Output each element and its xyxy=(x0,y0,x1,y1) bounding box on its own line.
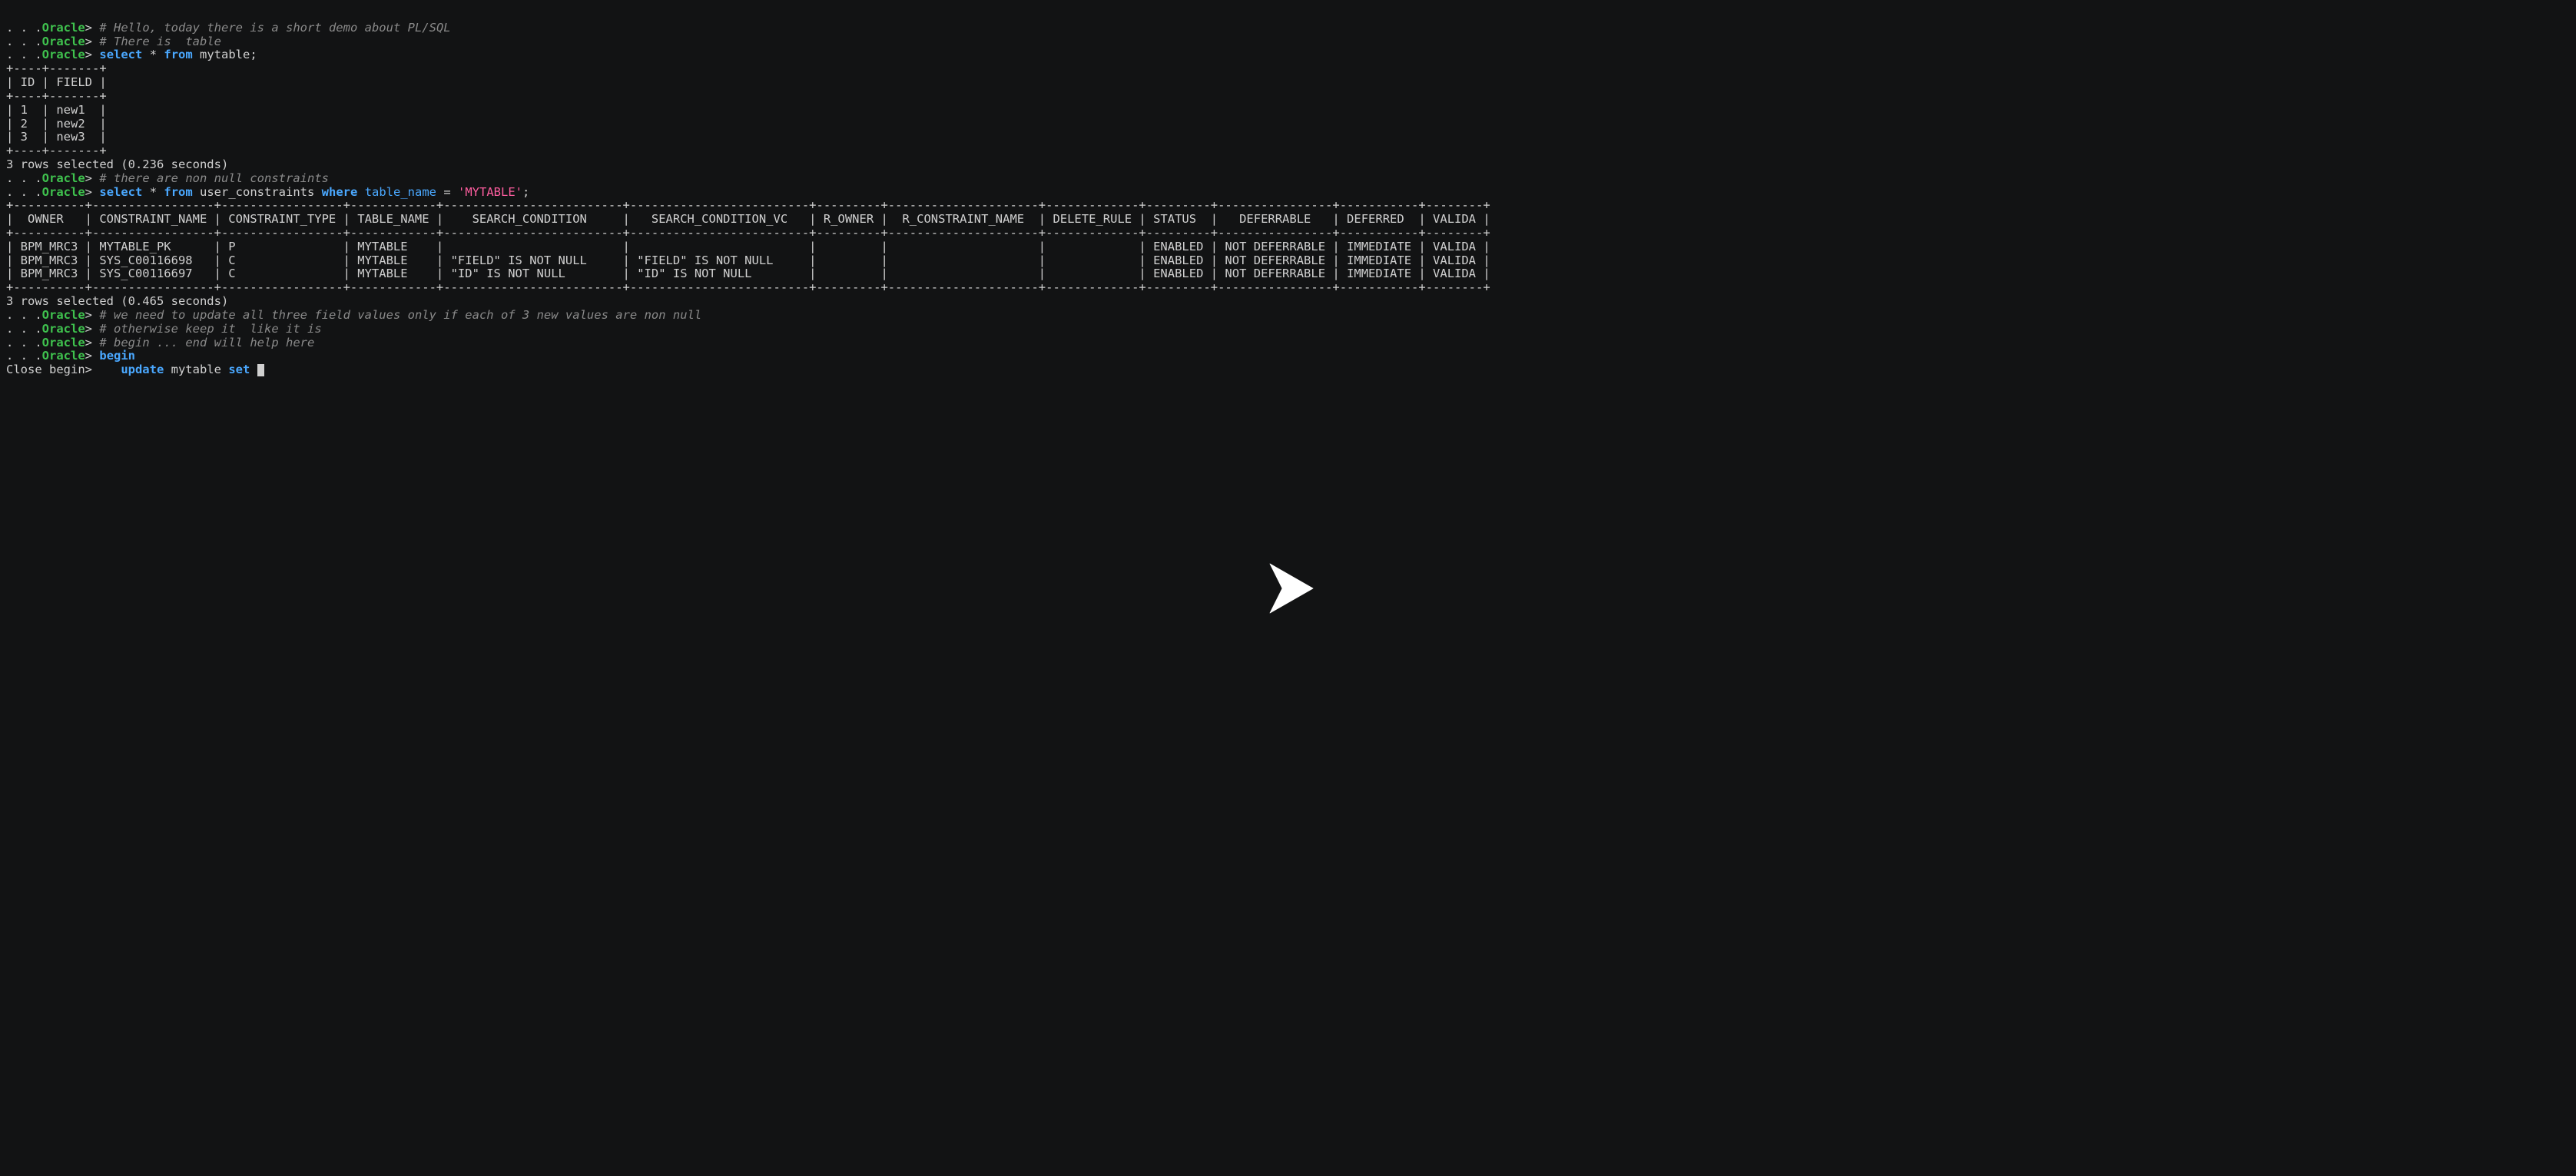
table-header: | OWNER | CONSTRAINT_NAME | CONSTRAINT_T… xyxy=(6,212,1490,226)
sql-text xyxy=(250,363,257,376)
prompt-line: . . .Oracle> # there are non null constr… xyxy=(6,171,329,185)
rows-selected: 3 rows selected (0.465 seconds) xyxy=(6,294,228,308)
table-row: | 2 | new2 | xyxy=(6,117,107,131)
indent xyxy=(92,363,121,376)
table-header: | ID | FIELD | xyxy=(6,75,107,89)
prompt-line: . . .Oracle> select * from user_constrai… xyxy=(6,185,529,199)
cursor xyxy=(257,364,264,376)
table-row: | 3 | new3 | xyxy=(6,130,107,144)
comment-text: # otherwise keep it like it is xyxy=(99,322,321,336)
prompt-gt: > xyxy=(85,185,92,199)
prompt-line: . . .Oracle> select * from mytable; xyxy=(6,48,257,61)
prompt-host: Oracle xyxy=(42,308,85,322)
rows-selected: 3 rows selected (0.236 seconds) xyxy=(6,157,228,171)
comment-text: # There is table xyxy=(99,35,221,48)
prompt-host: Oracle xyxy=(42,48,85,61)
prompt-dots: . . . xyxy=(6,308,42,322)
table-border: +----------+-----------------+----------… xyxy=(6,280,1490,294)
prompt-gt: > xyxy=(85,171,92,185)
prompt-host: Oracle xyxy=(42,336,85,349)
prompt-gt: > xyxy=(85,322,92,336)
play-icon xyxy=(1258,558,1319,619)
sql-text: mytable; xyxy=(193,48,257,61)
prompt-host: Oracle xyxy=(42,322,85,336)
prompt-line: . . .Oracle> # we need to update all thr… xyxy=(6,308,701,322)
prompt-dots: . . . xyxy=(6,35,42,48)
prompt-host: Oracle xyxy=(42,185,85,199)
table-border: +----------+-----------------+----------… xyxy=(6,226,1490,240)
sql-text: ; xyxy=(522,185,529,199)
prompt-gt: > xyxy=(85,308,92,322)
prompt-dots: . . . xyxy=(6,171,42,185)
table-row: | BPM_MRC3 | SYS_C00116697 | C | MYTABLE… xyxy=(6,267,1490,280)
prompt-line: . . .Oracle> # begin ... end will help h… xyxy=(6,336,314,349)
kw-begin: begin xyxy=(99,349,135,363)
comment-text: # Hello, today there is a short demo abo… xyxy=(99,21,450,35)
table-row: | BPM_MRC3 | SYS_C00116698 | C | MYTABLE… xyxy=(6,253,1490,267)
prompt-line: . . .Oracle> begin xyxy=(6,349,135,363)
kw-select: select xyxy=(99,185,142,199)
kw-where: where xyxy=(322,185,358,199)
table-row: | 1 | new1 | xyxy=(6,103,107,117)
prompt-gt: > xyxy=(85,336,92,349)
prompt-dots: . . . xyxy=(6,21,42,35)
prompt-dots: . . . xyxy=(6,185,42,199)
kw-update: update xyxy=(121,363,164,376)
play-button[interactable] xyxy=(1258,558,1319,619)
sql-text: mytable xyxy=(164,363,228,376)
prompt-dots: . . . xyxy=(6,322,42,336)
prompt-gt: > xyxy=(85,48,92,61)
kw-from: from xyxy=(164,185,192,199)
prompt-host: Oracle xyxy=(42,349,85,363)
string-literal: 'MYTABLE' xyxy=(458,185,522,199)
prompt-gt: > xyxy=(85,21,92,35)
prompt-line: Close begin> update mytable set xyxy=(6,363,264,376)
prompt-dots: . . . xyxy=(6,336,42,349)
kw-set: set xyxy=(228,363,250,376)
table-border: +----+-------+ xyxy=(6,61,107,75)
table-border: +----------+-----------------+----------… xyxy=(6,198,1490,212)
table-row: | BPM_MRC3 | MYTABLE_PK | P | MYTABLE | … xyxy=(6,240,1490,253)
sql-text: user_constraints xyxy=(193,185,322,199)
prompt-gt: > xyxy=(85,35,92,48)
comment-text: # begin ... end will help here xyxy=(99,336,314,349)
table-border: +----+-------+ xyxy=(6,89,107,103)
table-border: +----+-------+ xyxy=(6,144,107,157)
sql-text xyxy=(357,185,364,199)
terminal-screen[interactable]: . . .Oracle> # Hello, today there is a s… xyxy=(0,0,2576,385)
sql-text: * xyxy=(142,48,164,61)
prompt-host: Oracle xyxy=(42,171,85,185)
prompt-line: . . .Oracle> # otherwise keep it like it… xyxy=(6,322,322,336)
prompt-dots: . . . xyxy=(6,48,42,61)
prompt-dots: . . . xyxy=(6,349,42,363)
prompt-line: . . .Oracle> # There is table xyxy=(6,35,221,48)
kw-from: from xyxy=(164,48,192,61)
sql-text: = xyxy=(436,185,458,199)
sql-text: * xyxy=(142,185,164,199)
prompt-host: Oracle xyxy=(42,21,85,35)
comment-text: # we need to update all three field valu… xyxy=(99,308,701,322)
prompt-host: Oracle xyxy=(42,35,85,48)
prompt-gt: > xyxy=(85,349,92,363)
prompt-line: . . .Oracle> # Hello, today there is a s… xyxy=(6,21,451,35)
kw-select: select xyxy=(99,48,142,61)
close-begin-prompt: Close begin> xyxy=(6,363,92,376)
comment-text: # there are non null constraints xyxy=(99,171,329,185)
column-name: table_name xyxy=(365,185,436,199)
